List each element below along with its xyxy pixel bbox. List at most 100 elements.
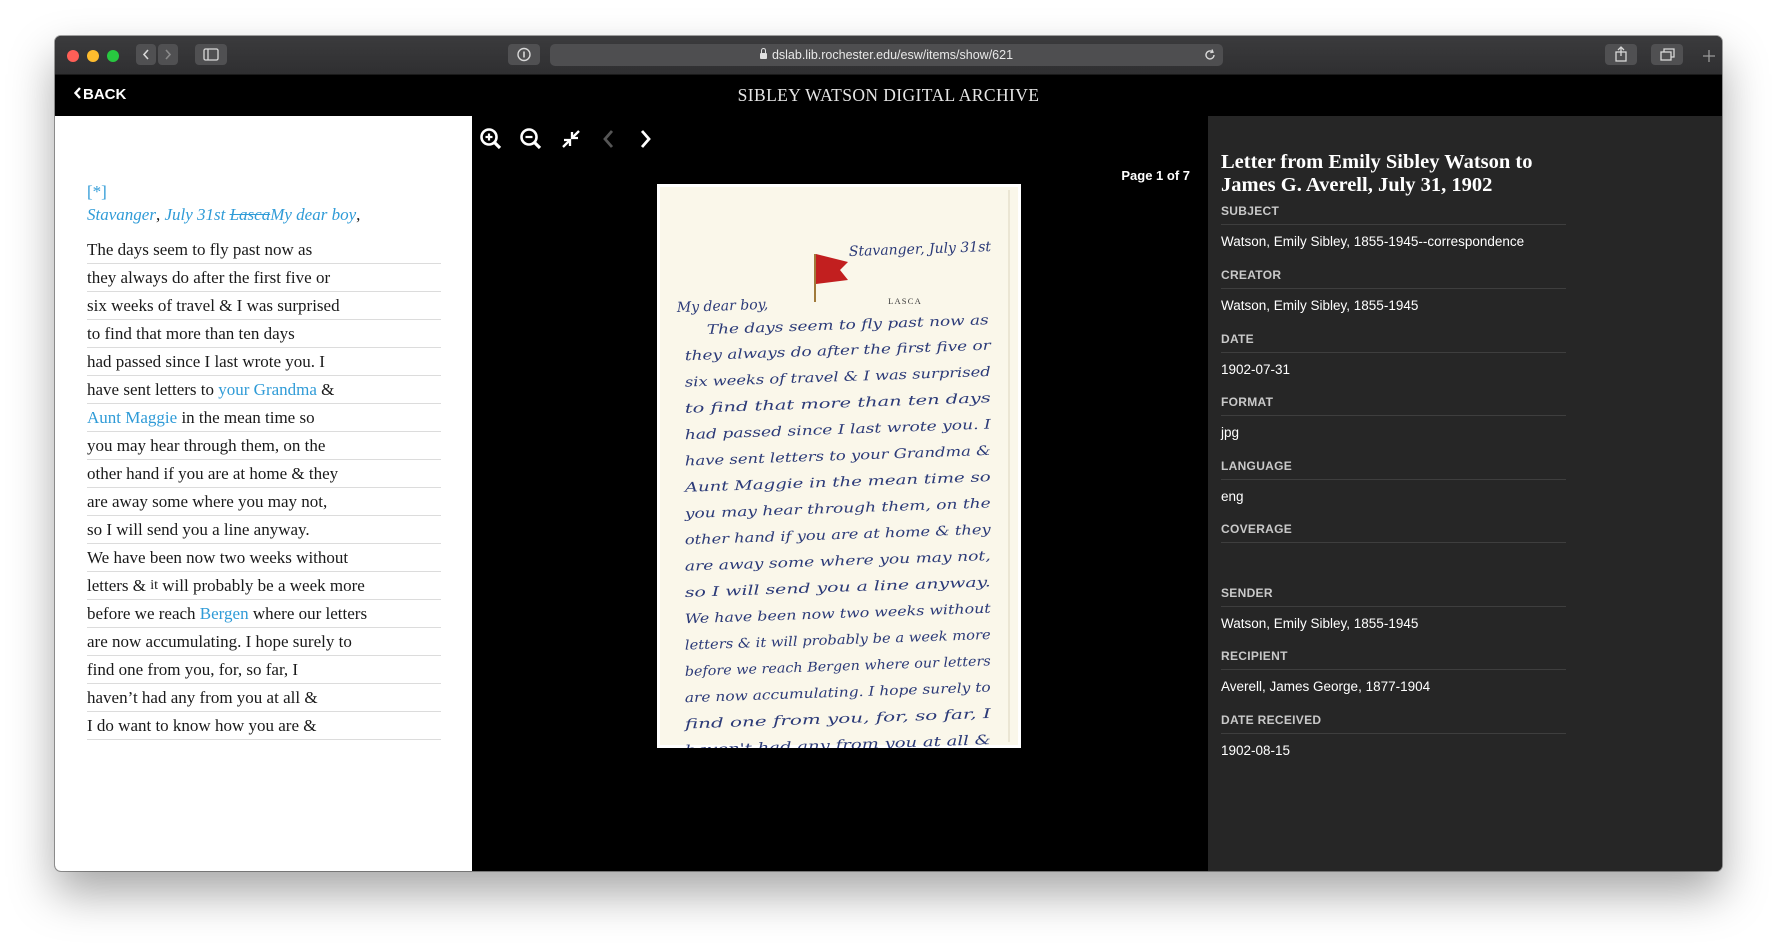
line-text: where our letters [248,604,368,623]
greeting-text: My dear boy [270,205,357,224]
handwriting-line: to find that more than ten days [685,391,992,417]
field-label: FORMAT [1221,395,1566,416]
metadata-field: FORMAT jpg [1221,395,1566,441]
image-viewer: Page 1 of 7 LASCA Stavanger, July 31st My… [472,116,1208,871]
new-tab-button[interactable] [1698,48,1720,69]
minimize-window-button[interactable] [87,50,99,62]
metadata-field: RECIPIENT Averell, James George, 1877-190… [1221,649,1566,695]
line-text: you may hear through them, on the [87,436,326,455]
browser-window: dslab.lib.rochester.edu/esw/items/show/6… [55,36,1722,871]
tabs-icon [1660,48,1675,61]
line-text: will probably be a week more [158,576,365,595]
line-text: six weeks of travel & I was surprised [87,296,340,315]
metadata-field: LANGUAGE eng [1221,459,1566,505]
next-page-button[interactable] [632,126,658,152]
transcript-line: you may hear through them, on the [87,432,441,460]
metadata-panel: Letter from Emily Sibley Watson to James… [1208,116,1722,871]
transcript-line: other hand if you are at home & they [87,460,441,488]
reset-zoom-button[interactable] [558,126,584,152]
handwriting-line: My dear boy, [676,297,769,316]
handwriting-line: they always do after the first five or [685,339,992,365]
line-text: so I will send you a line anyway. [87,520,310,539]
handwriting-line: six weeks of travel & I was surprised [685,365,991,391]
field-label: RECIPIENT [1221,649,1566,670]
zoom-window-button[interactable] [107,50,119,62]
field-label: CREATOR [1221,268,1566,289]
zoom-out-button[interactable] [518,126,544,152]
handwriting-line: The days seem to fly past now as [707,313,990,338]
metadata-field: CREATOR Watson, Emily Sibley, 1855-1945 [1221,268,1566,314]
line-text: are now accumulating. I hope surely to [87,632,352,651]
field-value [1221,552,1566,568]
share-icon [1615,46,1627,62]
handwriting-line: are away some where you may not, [685,549,991,575]
metadata-field: SENDER Watson, Emily Sibley, 1855-1945 [1221,586,1566,632]
handwriting-line: haven't had any from you at all & [685,733,992,748]
tab-overview-button[interactable] [1651,44,1683,65]
handwriting-line: Aunt Maggie in the mean time so [683,470,991,496]
inserted-text: it [150,578,159,593]
metadata-field: SUBJECT Watson, Emily Sibley, 1855-1945--… [1221,204,1566,250]
metadata-field: DATE RECEIVED 1902-08-15 [1221,713,1566,759]
zoom-out-icon [520,128,542,150]
share-button[interactable] [1605,44,1637,65]
metadata-field: COVERAGE [1221,522,1566,568]
line-text: are away some where you may not, [87,492,328,511]
line-text: to find that more than ten days [87,324,295,343]
transcript-line: haven’t had any from you at all & [87,684,441,712]
letter-image: LASCA Stavanger, July 31st My dear boy, Th… [657,184,1021,785]
transcript-heading: [*] Stavanger, July 31st LascaMy dear bo… [87,180,361,224]
letter-scan: LASCA Stavanger, July 31st My dear boy,Th… [676,190,1010,785]
sidebar-toggle-button[interactable] [195,44,227,65]
date-link[interactable]: July 31st [164,205,225,224]
handwriting-line: Stavanger, July 31st [849,239,992,260]
privacy-shield-icon [517,47,531,62]
transcript-line: We have been now two weeks without [87,544,441,572]
item-title: Letter from Emily Sibley Watson to James… [1221,151,1533,196]
transcript-panel: [*] Stavanger, July 31st LascaMy dear bo… [55,116,472,871]
chevron-left-icon [142,49,149,60]
lock-icon [759,48,767,59]
line-text: had passed since I last wrote you. I [87,352,325,371]
transcript-lines: The days seem to fly past now as they alw… [87,236,441,740]
handwriting-line: have sent letters to your Grandma & [685,444,992,470]
field-label: DATE RECEIVED [1221,713,1566,734]
close-window-button[interactable] [67,50,79,62]
collapse-arrows-icon [562,130,580,148]
browser-forward-button[interactable] [158,44,178,65]
field-label: SENDER [1221,586,1566,607]
transcript-line: have sent letters to your Grandma & [87,376,441,404]
privacy-report-button[interactable] [508,44,540,65]
sidebar-icon [203,48,219,61]
page-indicator: Page 1 of 7 [1121,168,1190,183]
previous-page-button[interactable] [596,126,622,152]
entity-link[interactable]: Aunt Maggie [87,408,177,427]
transcript-line: letters & it will probably be a week mor… [87,572,441,600]
field-value: 1902-08-15 [1221,743,1291,758]
entity-link[interactable]: your Grandma [218,380,317,399]
line-text: other hand if you are at home & they [87,464,339,483]
field-value: jpg [1221,425,1240,440]
reload-icon[interactable] [1203,48,1217,62]
handwriting-line: had passed since I last wrote you. I [685,417,992,443]
entity-link[interactable]: Bergen [200,604,249,623]
line-text: haven’t had any from you at all & [87,688,318,707]
transcript-line: they always do after the first five or [87,264,441,292]
browser-back-button[interactable] [136,44,156,65]
line-text: in the mean time so [177,408,315,427]
handwriting-line: other hand if you are at home & they [685,523,992,549]
field-label: COVERAGE [1221,522,1566,543]
transcript-line: are away some where you may not, [87,488,441,516]
zoom-in-button[interactable] [478,126,504,152]
transcript-line: Aunt Maggie in the mean time so [87,404,441,432]
address-bar[interactable]: dslab.lib.rochester.edu/esw/items/show/6… [550,44,1223,66]
transcript-line: are now accumulating. I hope surely to [87,628,441,656]
line-text: find one from you, for, so far, I [87,660,299,679]
line-text: letters & [87,576,151,595]
field-label: LANGUAGE [1221,459,1566,480]
place-link[interactable]: Stavanger [87,205,156,224]
field-value: Watson, Emily Sibley, 1855-1945 [1221,616,1419,631]
transcript-marker[interactable]: [*] [87,180,360,203]
transcript-line: six weeks of travel & I was surprised [87,292,441,320]
handwriting-line: before we reach Bergen where our letters [685,654,992,680]
